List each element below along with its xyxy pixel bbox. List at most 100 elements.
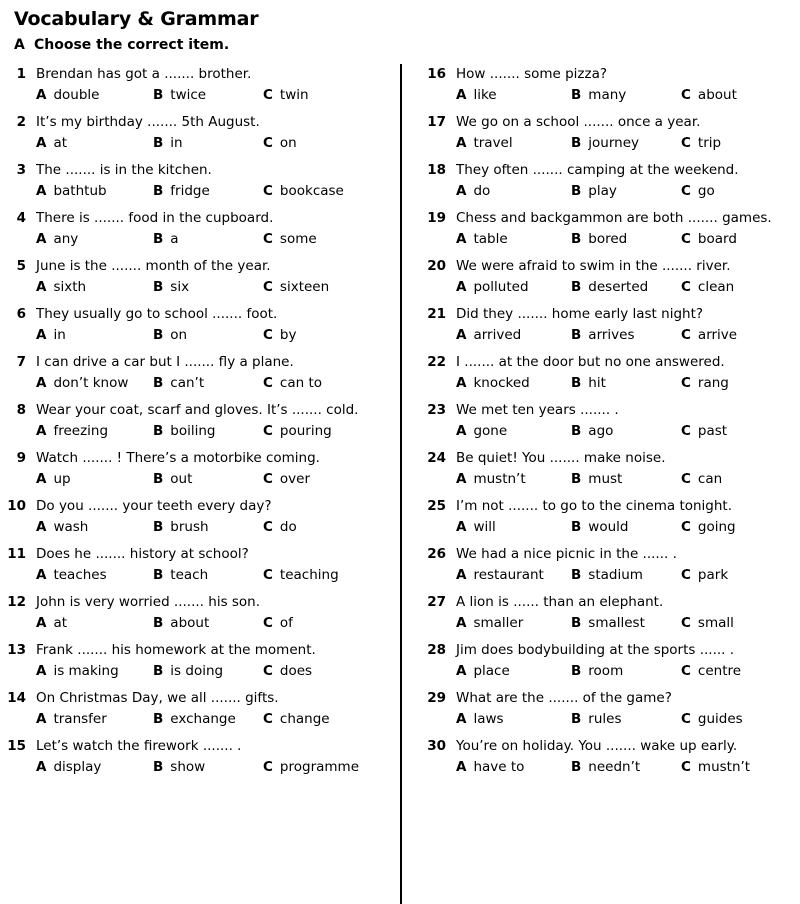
answer-option-a[interactable]: Atravel (456, 133, 571, 154)
answer-option-b[interactable]: Bjourney (571, 133, 681, 154)
answer-option-c[interactable]: Cpouring (263, 421, 332, 442)
answer-option-c[interactable]: Ccentre (681, 661, 741, 682)
answer-option-b[interactable]: Bago (571, 421, 681, 442)
answer-option-c[interactable]: Cchange (263, 709, 330, 730)
answer-option-b[interactable]: Bon (153, 325, 263, 346)
answer-option-a[interactable]: Ais making (36, 661, 153, 682)
answer-option-b[interactable]: Bin (153, 133, 263, 154)
answer-options: Ain Bon Cby (36, 325, 400, 346)
answer-option-a[interactable]: Alike (456, 85, 571, 106)
answer-option-c[interactable]: Cof (263, 613, 293, 634)
answer-option-b[interactable]: Bdeserted (571, 277, 681, 298)
answer-option-a[interactable]: Adisplay (36, 757, 153, 778)
answer-option-c[interactable]: Cboard (681, 229, 737, 250)
answer-option-a[interactable]: Ahave to (456, 757, 571, 778)
answer-options: Aarrived Barrives Carrive (456, 325, 800, 346)
answer-option-b[interactable]: Barrives (571, 325, 681, 346)
answer-option-a[interactable]: Aarrived (456, 325, 571, 346)
answer-option-b[interactable]: Bplay (571, 181, 681, 202)
answer-option-c[interactable]: Cover (263, 469, 310, 490)
answer-option-b[interactable]: Bshow (153, 757, 263, 778)
answer-option-c[interactable]: Ctwin (263, 85, 309, 106)
answer-option-a[interactable]: Asixth (36, 277, 153, 298)
option-letter: C (681, 135, 691, 151)
answer-option-a[interactable]: Alaws (456, 709, 571, 730)
answer-option-b[interactable]: Bmust (571, 469, 681, 490)
answer-option-c[interactable]: Csome (263, 229, 317, 250)
answer-option-a[interactable]: Awill (456, 517, 571, 538)
answer-option-b[interactable]: Bstadium (571, 565, 681, 586)
option-letter: A (456, 711, 467, 727)
answer-option-c[interactable]: Ccan to (263, 373, 322, 394)
answer-option-a[interactable]: Adon’t know (36, 373, 153, 394)
answer-option-a[interactable]: Adouble (36, 85, 153, 106)
option-letter: C (263, 519, 273, 535)
answer-option-a[interactable]: Apolluted (456, 277, 571, 298)
answer-option-c[interactable]: Cpark (681, 565, 728, 586)
answer-option-c[interactable]: Cgo (681, 181, 715, 202)
answer-option-c[interactable]: Csmall (681, 613, 734, 634)
answer-option-c[interactable]: Ccan (681, 469, 722, 490)
answer-option-b[interactable]: Bfridge (153, 181, 263, 202)
answer-option-a[interactable]: Abathtub (36, 181, 153, 202)
answer-option-a[interactable]: Ado (456, 181, 571, 202)
answer-option-a[interactable]: Aknocked (456, 373, 571, 394)
answer-option-c[interactable]: Cmustn’t (681, 757, 750, 778)
answer-option-a[interactable]: Arestaurant (456, 565, 571, 586)
answer-option-a[interactable]: Aat (36, 133, 153, 154)
answer-option-b[interactable]: Bis doing (153, 661, 263, 682)
answer-option-b[interactable]: Bneedn’t (571, 757, 681, 778)
answer-option-b[interactable]: Bout (153, 469, 263, 490)
answer-option-c[interactable]: Crang (681, 373, 729, 394)
answer-option-a[interactable]: Aat (36, 613, 153, 634)
answer-option-b[interactable]: Bbored (571, 229, 681, 250)
answer-option-a[interactable]: Agone (456, 421, 571, 442)
answer-option-c[interactable]: Carrive (681, 325, 737, 346)
answer-option-a[interactable]: Ateaches (36, 565, 153, 586)
answer-option-a[interactable]: Aup (36, 469, 153, 490)
answer-option-a[interactable]: Aany (36, 229, 153, 250)
answer-option-a[interactable]: Atransfer (36, 709, 153, 730)
question-body: We met ten years ....... . Agone Bago Cpast (446, 400, 800, 442)
answer-option-c[interactable]: Cby (263, 325, 296, 346)
answer-option-b[interactable]: Brules (571, 709, 681, 730)
answer-option-c[interactable]: Cgoing (681, 517, 736, 538)
answer-option-b[interactable]: Bwould (571, 517, 681, 538)
answer-option-b[interactable]: Bhit (571, 373, 681, 394)
answer-option-a[interactable]: Afreezing (36, 421, 153, 442)
answer-option-a[interactable]: Amustn’t (456, 469, 571, 490)
answer-option-c[interactable]: Cabout (681, 85, 737, 106)
answer-option-c[interactable]: Cpast (681, 421, 727, 442)
answer-option-b[interactable]: Btwice (153, 85, 263, 106)
answer-option-c[interactable]: Cbookcase (263, 181, 344, 202)
answer-option-b[interactable]: Bexchange (153, 709, 263, 730)
question-body: On Christmas Day, we all ....... gifts. A… (26, 688, 400, 730)
answer-option-b[interactable]: Babout (153, 613, 263, 634)
answer-option-c[interactable]: Cteaching (263, 565, 339, 586)
answer-option-c[interactable]: Csixteen (263, 277, 329, 298)
answer-option-c[interactable]: Cdo (263, 517, 297, 538)
answer-option-c[interactable]: Ctrip (681, 133, 721, 154)
answer-option-b[interactable]: Broom (571, 661, 681, 682)
answer-option-b[interactable]: Ba (153, 229, 263, 250)
answer-option-b[interactable]: Bboiling (153, 421, 263, 442)
answer-option-c[interactable]: Cdoes (263, 661, 312, 682)
answer-option-a[interactable]: Awash (36, 517, 153, 538)
answer-option-a[interactable]: Aplace (456, 661, 571, 682)
answer-option-c[interactable]: Con (263, 133, 297, 154)
answer-option-c[interactable]: Cclean (681, 277, 734, 298)
answer-option-b[interactable]: Bmany (571, 85, 681, 106)
option-letter: A (456, 759, 467, 775)
answer-option-b[interactable]: Bbrush (153, 517, 263, 538)
answer-option-c[interactable]: Cguides (681, 709, 743, 730)
answer-options: Alaws Brules Cguides (456, 709, 800, 730)
answer-option-b[interactable]: Bsix (153, 277, 263, 298)
answer-option-a[interactable]: Ain (36, 325, 153, 346)
answer-option-a[interactable]: Atable (456, 229, 571, 250)
answer-option-c[interactable]: Cprogramme (263, 757, 359, 778)
option-word: smaller (473, 615, 524, 631)
answer-option-b[interactable]: Bteach (153, 565, 263, 586)
answer-option-b[interactable]: Bsmallest (571, 613, 681, 634)
answer-option-a[interactable]: Asmaller (456, 613, 571, 634)
answer-option-b[interactable]: Bcan’t (153, 373, 263, 394)
